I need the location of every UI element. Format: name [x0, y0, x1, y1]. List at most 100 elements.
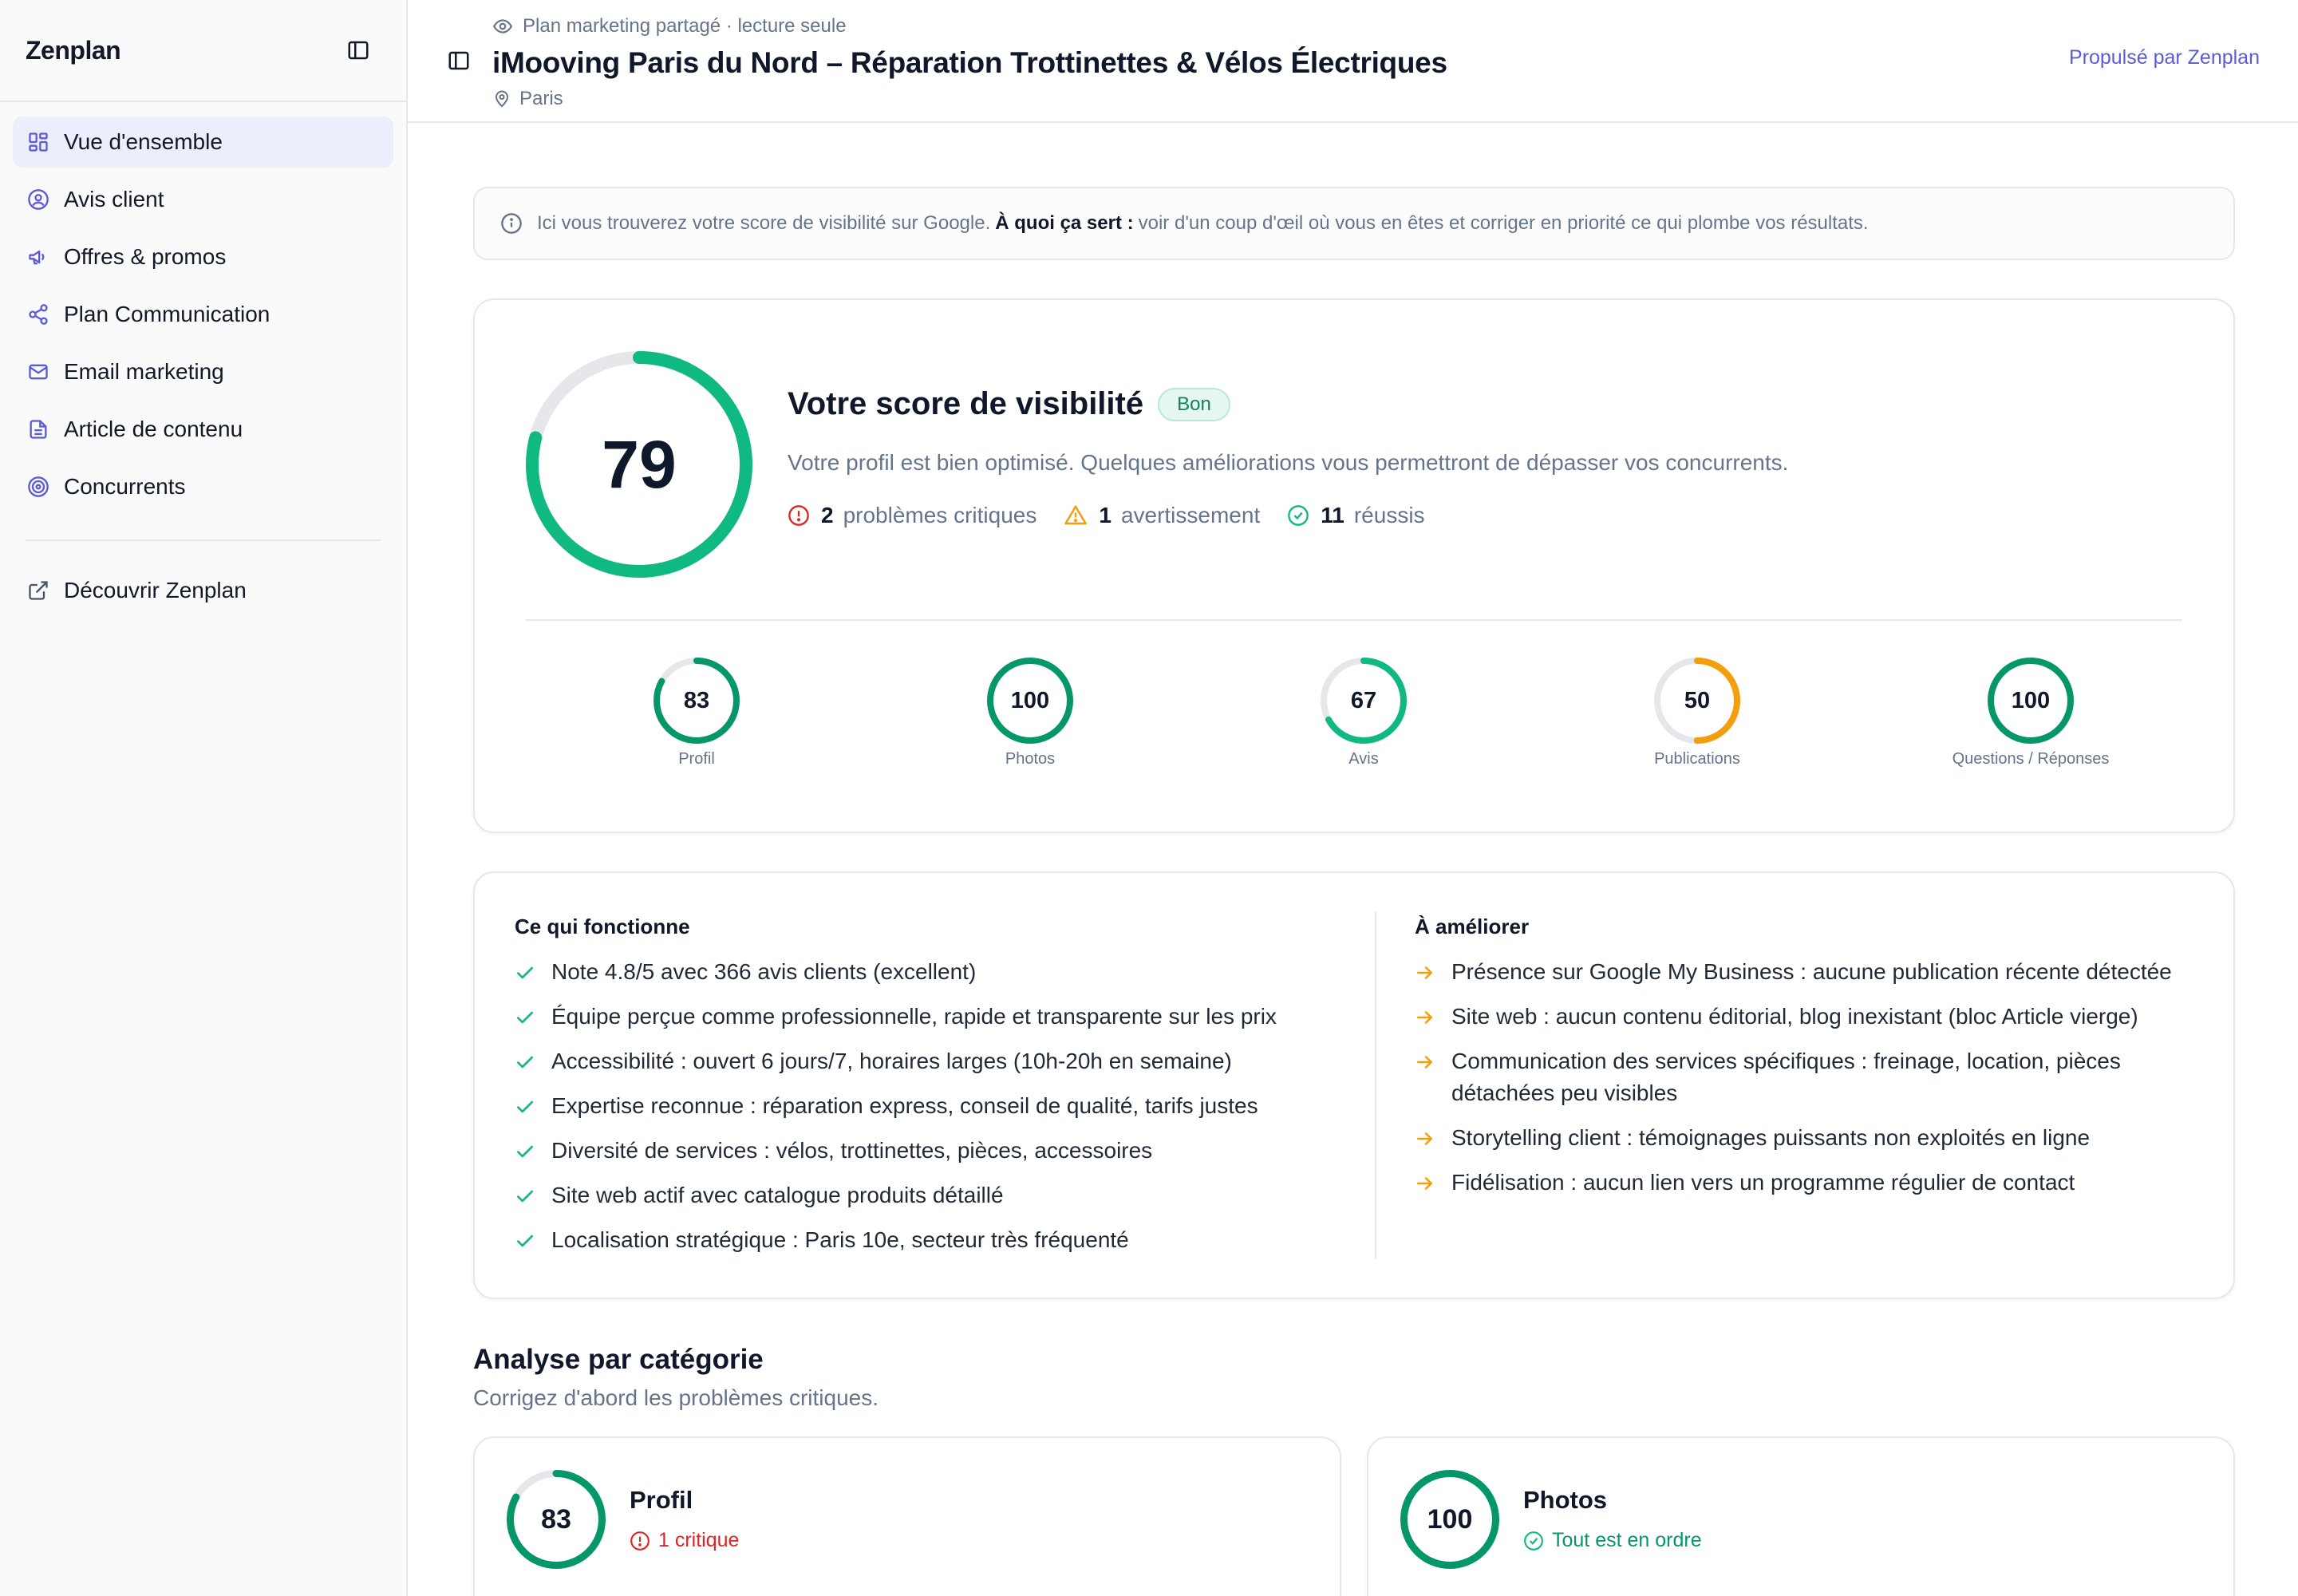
critical-label: problèmes critiques [843, 503, 1037, 527]
check-icon [517, 1056, 533, 1069]
works-item-text: Diversité de services : vélos, trottinet… [551, 1138, 1153, 1163]
score-title-row: Votre score de visibilité Bon [788, 386, 1230, 422]
subscore-value: 100 [1010, 687, 1050, 713]
critical-stat: 2 problèmes critiques [788, 503, 1036, 528]
category-status-text: 1 critique [658, 1529, 740, 1551]
improve-item: Communication des services spécifiques :… [1415, 1045, 2205, 1109]
page-header: Plan marketing partagé · lecture seule i… [408, 0, 2298, 123]
check-icon [517, 1145, 533, 1158]
success-label: réussis [1353, 503, 1425, 527]
category-value: 83 [541, 1503, 571, 1535]
warning-count: 1 [1099, 503, 1111, 527]
sidebar-item-discover[interactable]: Découvrir Zenplan [13, 565, 393, 616]
score-value: 79 [602, 426, 677, 502]
sidebar-item-label: Vue d'ensemble [64, 129, 223, 154]
share-icon [26, 302, 51, 327]
score-description: Votre profil est bien optimisé. Quelques… [788, 450, 1789, 475]
mail-icon [26, 359, 51, 385]
sidebar-item-communication-plan[interactable]: Plan Communication [13, 289, 393, 340]
works-item-text: Équipe perçue comme professionnelle, rap… [551, 1004, 1277, 1029]
category-card-profile[interactable]: 83 Profil 1 critique [473, 1436, 1341, 1596]
check-icon [517, 1235, 533, 1247]
sidebar-item-label: Avis client [64, 187, 164, 211]
info-icon [501, 213, 522, 234]
map-pin-icon [495, 90, 509, 108]
sidebar-collapse-button[interactable] [344, 36, 373, 65]
strengths-improvements-card: Ce qui fonctionne Note 4.8/5 avec 366 av… [473, 871, 2235, 1299]
column-divider [1375, 911, 1376, 1259]
improve-item-text: Fidélisation : aucun lien vers un progra… [1451, 1170, 2075, 1195]
works-item-text: Localisation stratégique : Paris 10e, se… [551, 1227, 1129, 1252]
arrow-right-icon [1417, 966, 1432, 979]
external-link-icon [26, 578, 51, 603]
check-circle-icon [1524, 1531, 1543, 1551]
alert-circle-icon [630, 1531, 650, 1551]
improve-item: Fidélisation : aucun lien vers un progra… [1415, 1167, 2205, 1199]
category-status: Tout est en ordre [1523, 1529, 1702, 1552]
sidebar-item-overview[interactable]: Vue d'ensemble [13, 117, 393, 168]
improve-item: Storytelling client : témoignages puissa… [1415, 1122, 2205, 1154]
megaphone-icon [26, 244, 51, 270]
category-card-photos[interactable]: 100 Photos Tout est en ordre [1367, 1436, 2235, 1596]
subscore-value: 67 [1350, 687, 1377, 713]
brand-logo: Zenplan [26, 35, 121, 65]
improve-item-text: Storytelling client : témoignages puissa… [1451, 1125, 2091, 1150]
critical-count: 2 [821, 503, 834, 527]
brand-row: Zenplan [0, 0, 406, 102]
analysis-subtitle: Corrigez d'abord les problèmes critiques… [473, 1385, 879, 1410]
sidebar-toggle-button[interactable] [444, 46, 473, 75]
improve-item-text: Communication des services spécifiques :… [1451, 1049, 2121, 1105]
check-icon [517, 966, 533, 979]
shared-readonly-text: Plan marketing partagé · lecture seule [523, 15, 847, 37]
sidebar-item-label: Article de contenu [64, 417, 243, 441]
subscore-label: Publications [1654, 750, 1740, 768]
category-title: Photos [1523, 1486, 1608, 1514]
improve-title: À améliorer [1415, 915, 1530, 938]
improve-item-text: Site web : aucun contenu éditorial, blog… [1451, 1004, 2138, 1029]
visibility-score-card: 79 Votre score de visibilité Bon Votre p… [473, 298, 2235, 833]
subscore-label: Avis [1348, 750, 1379, 768]
dashboard-icon [26, 129, 51, 155]
sidebar-item-label: Offres & promos [64, 244, 227, 269]
improve-item-text: Présence sur Google My Business : aucune… [1451, 959, 2172, 984]
works-item-text: Accessibilité : ouvert 6 jours/7, horair… [551, 1049, 1232, 1073]
subscore-profile: 83 Profil [577, 658, 816, 768]
arrow-right-icon [1417, 1132, 1432, 1145]
arrow-right-icon [1417, 1011, 1432, 1024]
location-text: Paris [519, 88, 563, 109]
arrow-right-icon [1417, 1177, 1432, 1190]
works-item: Diversité de services : vélos, trottinet… [515, 1135, 1344, 1167]
subscore-label: Photos [1005, 750, 1056, 768]
info-banner: Ici vous trouverez votre score de visibi… [473, 187, 2235, 260]
sidebar-panel-icon [348, 41, 369, 60]
score-divider [526, 619, 2182, 621]
page-title: iMooving Paris du Nord – Réparation Trot… [492, 46, 1447, 79]
main-content: Ici vous trouverez votre score de visibi… [408, 124, 2298, 1596]
score-stats: 2 problèmes critiques 1 avertissement 11… [788, 503, 1452, 528]
sidebar-item-email-marketing[interactable]: Email marketing [13, 346, 393, 397]
sidebar-divider [26, 539, 381, 541]
powered-by-link[interactable]: Propulsé par Zenplan [2069, 46, 2260, 69]
works-item-text: Note 4.8/5 avec 366 avis clients (excell… [551, 959, 977, 984]
subscore-label: Questions / Réponses [1952, 750, 2110, 768]
success-stat: 11 réussis [1287, 503, 1425, 528]
works-title: Ce qui fonctionne [515, 915, 690, 938]
sidebar-item-competitors[interactable]: Concurrents [13, 461, 393, 512]
sidebar-item-reviews[interactable]: Avis client [13, 174, 393, 225]
sidebar-item-content-article[interactable]: Article de contenu [13, 404, 393, 455]
location: Paris [492, 88, 1447, 110]
sidebar-item-label: Découvrir Zenplan [64, 578, 247, 602]
category-status: 1 critique [630, 1529, 739, 1552]
info-text-bold: À quoi ça sert : [995, 212, 1134, 234]
subscore-photos: 100 Photos [910, 658, 1150, 768]
works-item-text: Site web actif avec catalogue produits d… [551, 1183, 1004, 1207]
subscore-label: Profil [678, 750, 715, 768]
works-item: Équipe perçue comme professionnelle, rap… [515, 1001, 1344, 1033]
subscore-value: 83 [683, 687, 710, 713]
subscore-value: 50 [1684, 687, 1711, 713]
user-circle-icon [26, 187, 51, 212]
sidebar-item-offers[interactable]: Offres & promos [13, 231, 393, 282]
document-icon [26, 417, 51, 442]
works-item: Accessibilité : ouvert 6 jours/7, horair… [515, 1045, 1344, 1077]
works-item-text: Expertise reconnue : réparation express,… [551, 1093, 1258, 1118]
